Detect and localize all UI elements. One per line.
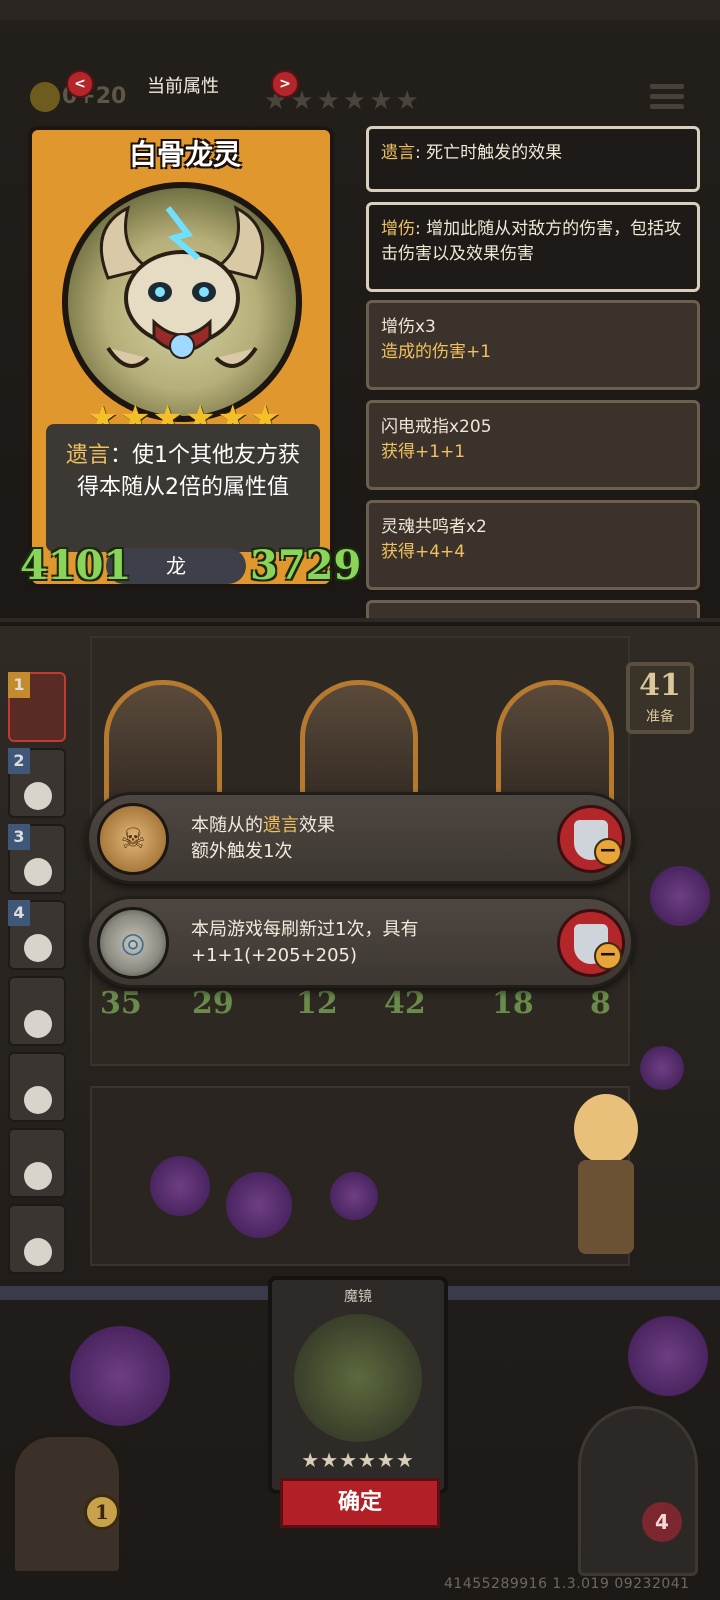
hero-head [574,1094,638,1164]
hero-body [578,1160,634,1254]
minion-attack: 35 [100,986,142,1021]
buff-item: 闪电戒指x205 获得+1+1 [366,400,700,490]
card-health: 3729 [250,542,362,589]
remove-effect-button[interactable]: − [557,909,625,977]
queue-slot[interactable] [8,1128,66,1198]
keyword-name: 增伤 [381,219,415,239]
lightning-ring-icon: ◎ [97,907,169,979]
queue-slot[interactable] [8,976,66,1046]
panel-title: 当前属性 [147,76,219,97]
minus-icon: − [594,942,622,970]
minion-health: 29 [192,986,234,1021]
skull-icon [24,858,52,886]
hero-card: 白骨龙灵 ★★★★★★ 遗言：使1个其他友方获得本随从2倍的属性值 龙 4101 [20,126,361,589]
minion-attack: 18 [492,986,534,1021]
next-arrow-button[interactable]: > [271,70,299,98]
skull-icon [24,1086,52,1114]
queue-number: 3 [8,824,30,850]
rose-decoration [628,1316,708,1396]
card-name: 白骨龙灵 [92,132,278,178]
skull-icon [24,1238,52,1266]
card-description: 遗言：使1个其他友方获得本随从2倍的属性值 [46,424,320,552]
queue-slot[interactable] [8,1052,66,1122]
mirror-title: 魔镜 [344,1289,372,1305]
keyword-definition-deathrattle: 遗言: 死亡时触发的效果 [366,126,700,192]
buff-title: 增伤x3 [381,317,436,337]
skull-icon [24,782,52,810]
mirror-stars: ★★★★★★ [301,1448,415,1472]
effect-line1-prefix: 本随从的 [191,815,263,836]
skull-icon [24,1162,52,1190]
minus-icon: − [594,838,622,866]
rose-decoration [650,866,710,926]
skull-coin-icon: ☠ [97,803,169,875]
chest-count: 1 [84,1494,120,1530]
keyword-text: : 死亡时触发的效果 [415,143,563,163]
effect-text: 本随从的遗言效果 额外触发1次 [191,813,335,865]
buff-title: 灵魂共鸣者x2 [381,517,487,537]
buff-detail: 获得+4+4 [381,542,466,562]
effect-row-lightning-ring: ◎ 本局游戏每刷新过1次，具有 +1+1(+205+205) − [86,896,634,988]
buff-detail: 造成的伤害+1 [381,342,492,362]
effect-line1: 本局游戏每刷新过1次，具有 [191,919,419,940]
game-board: 1 2 3 4 35 29 12 42 18 8 41 准备 ☠ 本随从的遗言效… [0,626,720,1600]
minion-health: 42 [384,986,426,1021]
rose-decoration [330,1172,378,1220]
rose-decoration [640,1046,684,1090]
build-id: 41455289916 1.3.019 09232041 [444,1576,690,1592]
queue-slot[interactable]: 1 [8,672,66,742]
effect-line2: +1+1(+205+205) [191,945,357,966]
confirm-button[interactable]: 确定 [280,1478,440,1528]
opponent-portrait[interactable] [578,1406,698,1576]
effect-line2: 额外触发1次 [191,841,293,862]
queue-number: 1 [8,672,30,698]
queue-slot[interactable] [8,1204,66,1274]
buff-title: 闪电戒指x205 [381,417,492,437]
rose-decoration [226,1172,292,1238]
effect-keyword: 遗言 [263,815,299,836]
rose-decoration [70,1326,170,1426]
effect-row-deathrattle: ☠ 本随从的遗言效果 额外触发1次 − [86,792,634,884]
skull-icon [24,934,52,962]
ready-label: 准备 [646,709,674,725]
buff-item-partial [366,600,700,618]
buff-detail: 获得+1+1 [381,442,466,462]
minion-health: 8 [590,986,611,1021]
deathrattle-keyword: 遗言 [65,443,110,468]
effect-text: 本局游戏每刷新过1次，具有 +1+1(+205+205) [191,917,418,969]
remove-effect-button[interactable]: − [557,805,625,873]
ready-count: 41 [639,668,681,703]
queue-number: 2 [8,748,30,774]
minion-attack: 12 [296,986,338,1021]
attribute-panel: 0+20 ★★★★★★ < 当前属性 > 白骨龙灵 ★★★★★★ 遗言：使1个其… [0,0,720,622]
card-description-text: ：使1个其他友方获得本随从2倍的属性值 [77,443,300,500]
dragon-skull-illustration [99,205,265,368]
keyword-definition-damage-boost: 增伤: 增加此随从对敌方的伤害，包括攻击伤害以及效果伤害 [366,202,700,292]
card-attack: 4101 [20,542,132,589]
queue-slot[interactable]: 2 [8,748,66,818]
ready-counter: 41 准备 [626,662,694,734]
bone-dragon-portrait [62,182,302,422]
lives-heart-icon: 4 [642,1502,682,1542]
top-strip [0,0,720,20]
queue-slot[interactable]: 4 [8,900,66,970]
effect-line1-suffix: 效果 [299,815,335,836]
magic-mirror-card[interactable]: 魔镜 ★★★★★★ [268,1276,448,1494]
buff-item: 灵魂共鸣者x2 获得+4+4 [366,500,700,590]
keyword-text: : 增加此随从对敌方的伤害，包括攻击伤害以及效果伤害 [381,219,682,264]
queue-number: 4 [8,900,30,926]
queue-slot[interactable]: 3 [8,824,66,894]
rose-decoration [150,1156,210,1216]
player-hero[interactable] [560,1094,650,1294]
buff-item: 增伤x3 造成的伤害+1 [366,300,700,390]
menu-icon[interactable] [650,84,684,118]
skull-icon [24,1010,52,1038]
mirror-portrait [294,1314,422,1442]
keyword-name: 遗言 [381,143,415,163]
